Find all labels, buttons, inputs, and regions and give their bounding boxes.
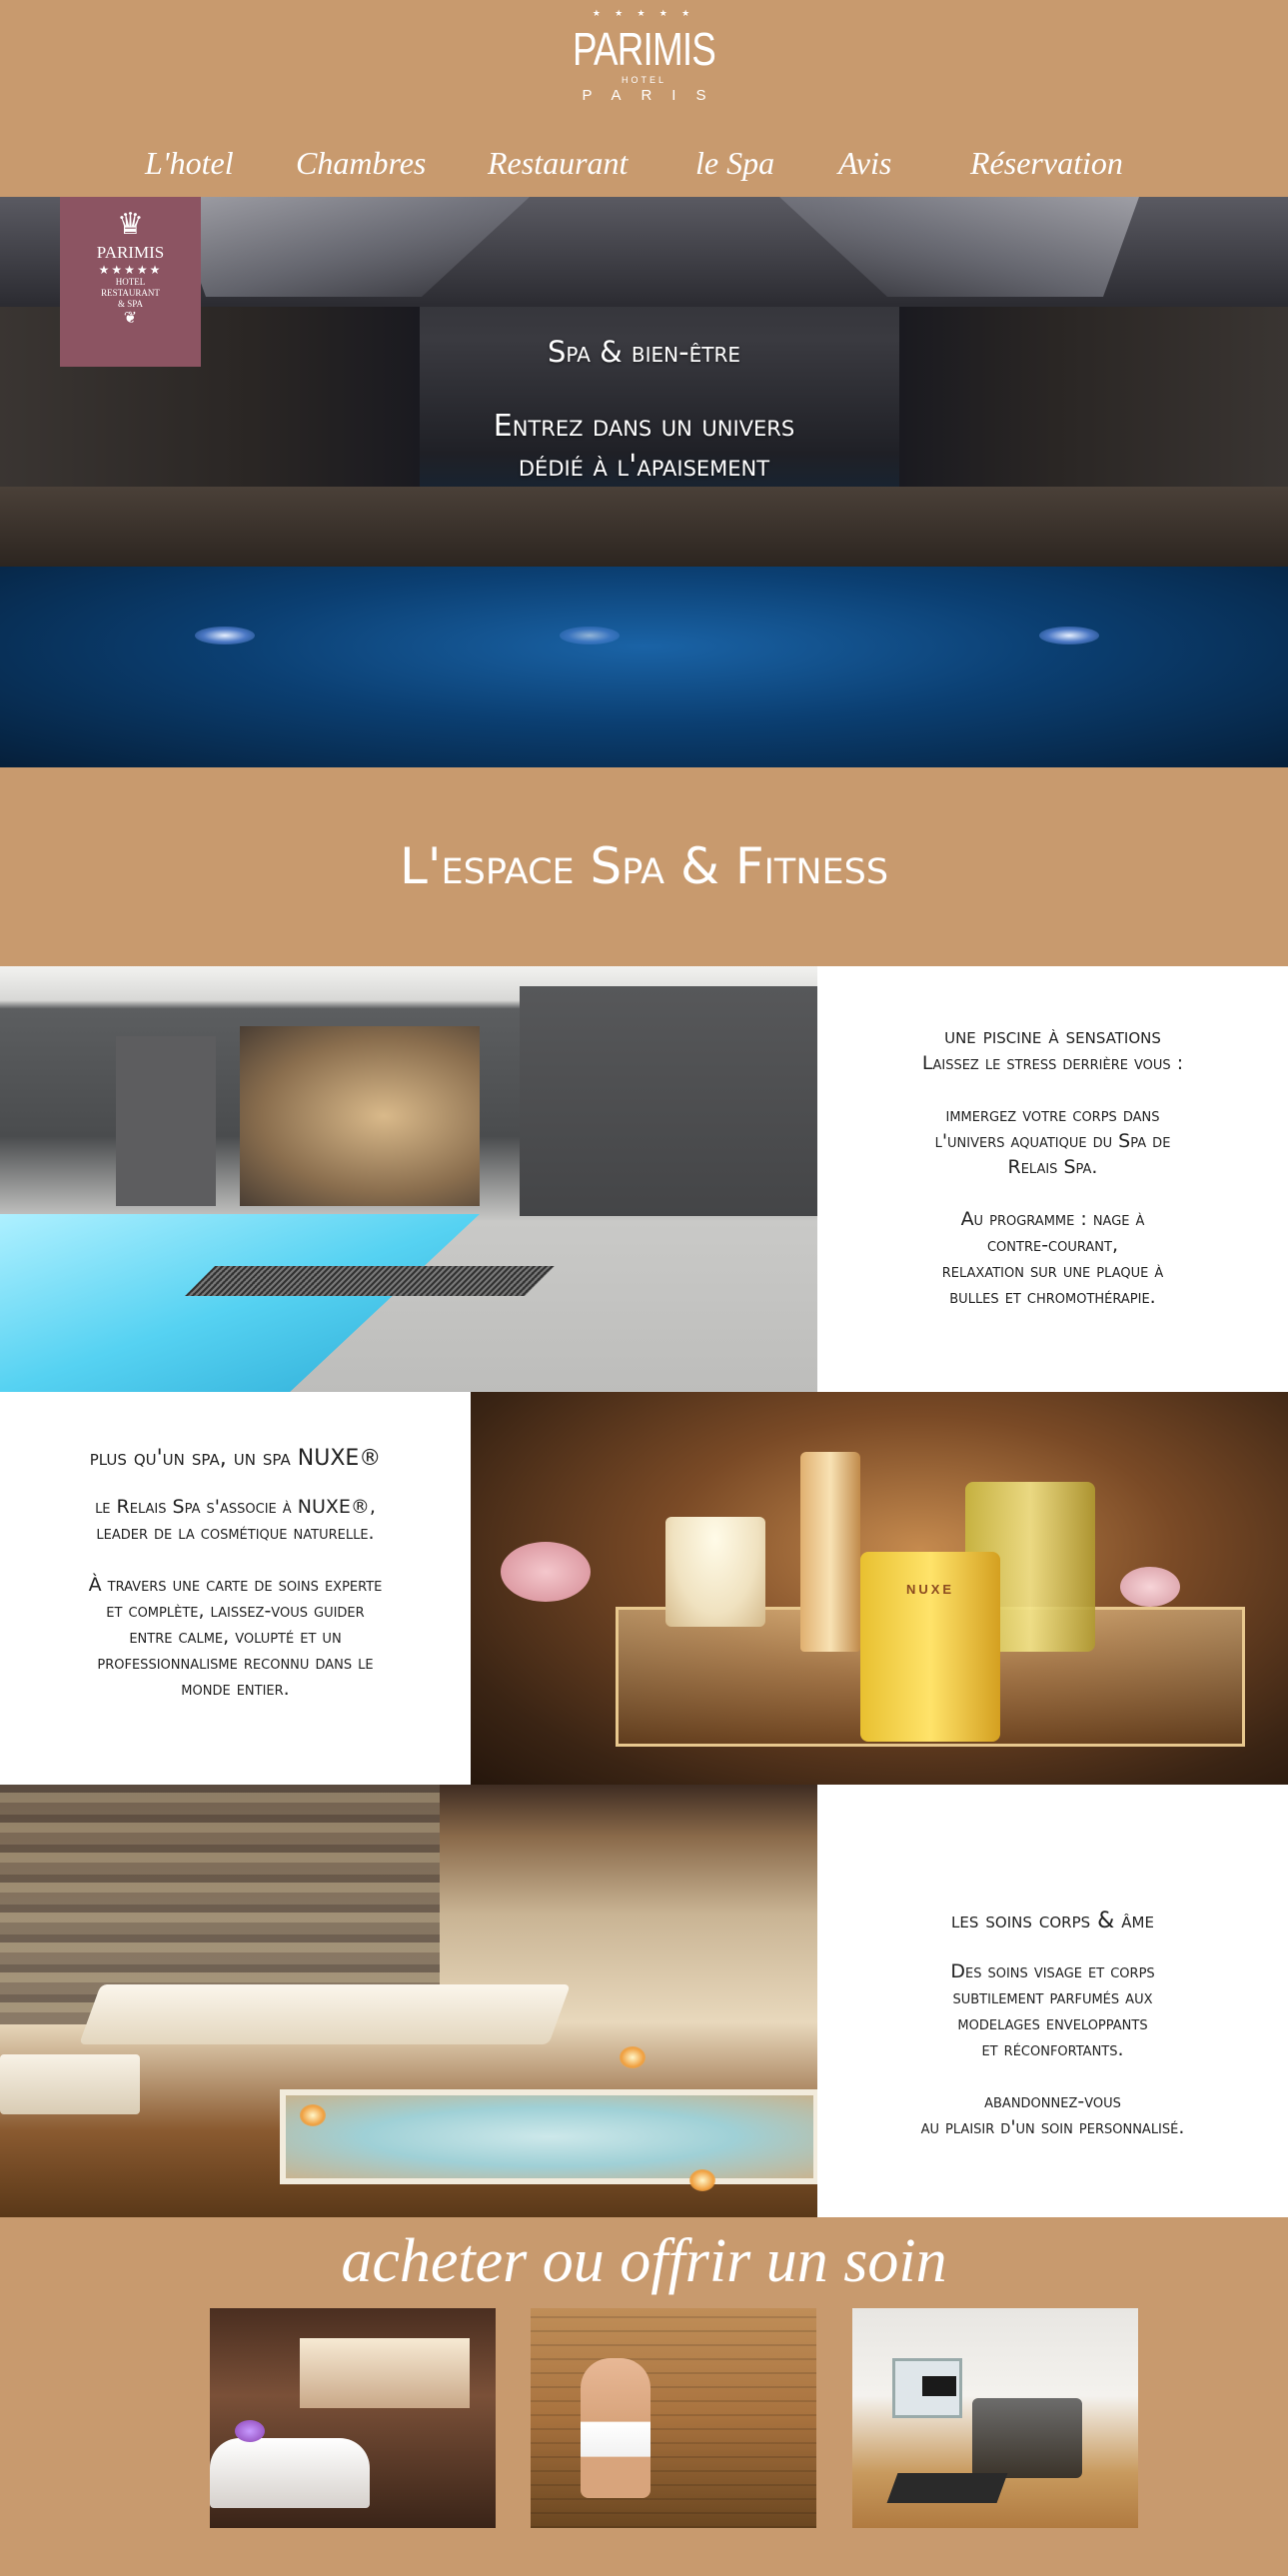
photo-shape [531, 2308, 816, 2528]
photo-shape [185, 1266, 555, 1296]
photo-shape [520, 986, 817, 1216]
nuxe-text-block: plus qu'un spa, un spa NUXE® le Relais S… [0, 1392, 471, 1785]
block-text: entre calme, volupté et un [129, 1626, 342, 1648]
candle-shape [689, 2169, 715, 2191]
block-text: Des soins visage et corps [950, 1960, 1155, 1982]
badge-line: & SPA [118, 299, 143, 309]
block-text: l'univers aquatique du Spa de [934, 1130, 1171, 1152]
pool-light [560, 627, 620, 644]
block-text: abandonnez-vous [984, 2090, 1121, 2112]
photo-shape [501, 1542, 591, 1602]
fitness-room-thumbnail[interactable] [852, 2308, 1138, 2528]
hero-image-deck [0, 487, 1288, 567]
hero-headline: Entrez dans un univers dédié à l'apaisem… [0, 407, 1288, 487]
badge-line: RESTAURANT [101, 288, 160, 298]
photo-shape [79, 1984, 571, 2044]
photo-shape [240, 1026, 480, 1206]
feature-row-pool: une piscine à sensations Laissez le stre… [0, 966, 1288, 1392]
logo-hotel-label: HOTEL [621, 75, 666, 85]
photo-shape [280, 2089, 817, 2184]
badge-stars: ★★★★★ [98, 263, 163, 277]
photo-shape [116, 1036, 216, 1206]
crown-icon: ♛ [117, 208, 144, 241]
block-text: Au programme : nage à [960, 1208, 1145, 1230]
site-header: ★ ★ ★ ★ ★ PARIMIS HOTEL PARIS L'hotel Ch… [0, 0, 1288, 197]
photo-shape [300, 2338, 470, 2408]
shop-title-link[interactable]: acheter ou offrir un soin [0, 2216, 1288, 2306]
badge-name: PARIMIS [96, 243, 165, 262]
block-subtitle: Laissez le stress derrière vous : [921, 1052, 1184, 1074]
site-logo[interactable]: ★ ★ ★ ★ ★ PARIMIS HOTEL PARIS [0, 8, 1288, 106]
photo-shape [1120, 1567, 1180, 1607]
feature-row-treatments: les soins corps & âme Des soins visage e… [0, 1785, 1288, 2217]
photo-shape [860, 1552, 1000, 1742]
logo-stars: ★ ★ ★ ★ ★ [592, 8, 696, 18]
logo-name: PARIMIS [573, 23, 716, 75]
block-text: au plaisir d'un soin personnalisé. [920, 2116, 1185, 2138]
hero-headline-line: Entrez dans un univers [493, 409, 795, 444]
nav-item-reservation[interactable]: Réservation [970, 145, 1123, 182]
photo-shape [922, 2376, 956, 2396]
hero-headline-line: dédié à l'apaisement [518, 449, 770, 484]
pool-light [1039, 627, 1099, 644]
block-title: les soins corps & âme [951, 1909, 1154, 1933]
pool-light [195, 627, 255, 644]
block-text: modelages enveloppants [957, 2012, 1148, 2034]
block-text: et réconfortants. [981, 2038, 1124, 2060]
ornament-icon: ❦ [123, 310, 138, 327]
block-text: leader de la cosmétique naturelle. [96, 1522, 375, 1544]
block-title: une piscine à sensations [944, 1024, 1161, 1049]
block-text: et complète, laissez-vous guider [106, 1600, 365, 1622]
sauna-thumbnail[interactable] [531, 2308, 816, 2528]
logo-city-label: PARIS [582, 87, 726, 104]
nav-item-restaurant[interactable]: Restaurant [488, 145, 628, 182]
photo-shape [0, 2054, 140, 2114]
block-text: subtilement parfumés aux [952, 1986, 1153, 2008]
section-title-bar: L'espace Spa & Fitness [0, 767, 1288, 966]
badge-line: HOTEL [115, 277, 146, 287]
block-text: À travers une carte de soins experte [88, 1574, 383, 1596]
nav-item-hotel[interactable]: L'hotel [145, 145, 234, 182]
main-nav: L'hotel Chambres Restaurant le Spa Avis … [0, 145, 1288, 185]
photo-shape [0, 1214, 480, 1392]
photo-shape [210, 2438, 370, 2508]
photo-shape [581, 2358, 650, 2498]
block-text: le Relais Spa s'associe à NUXE®, [95, 1496, 376, 1518]
nav-item-avis[interactable]: Avis [838, 145, 891, 182]
block-text: immergez votre corps dans [945, 1104, 1160, 1126]
section-title: L'espace Spa & Fitness [399, 837, 889, 895]
photo-shape [972, 2398, 1082, 2478]
pool-text-block: une piscine à sensations Laissez le stre… [817, 966, 1288, 1392]
block-text: professionnalisme reconnu dans le [97, 1652, 374, 1674]
feature-row-nuxe: plus qu'un spa, un spa NUXE® le Relais S… [0, 1392, 1288, 1785]
photo-shape [886, 2473, 1008, 2503]
block-text: bulles et chromothérapie. [949, 1286, 1156, 1308]
product-label: NUXE [905, 1582, 955, 1597]
treatments-text-block: les soins corps & âme Des soins visage e… [817, 1785, 1288, 2217]
candle-shape [620, 2046, 645, 2068]
photo-shape [235, 2420, 265, 2442]
block-text: monde entier. [181, 1678, 290, 1700]
nuxe-products-photo: NUXE [471, 1392, 1288, 1785]
nav-item-chambres[interactable]: Chambres [296, 145, 426, 182]
candle-shape [300, 2104, 326, 2126]
treatment-room-photo [0, 1785, 817, 2217]
block-text: contre-courant, [986, 1234, 1118, 1256]
pool-photo [0, 966, 817, 1392]
hero-subtitle: Spa & bien-être [548, 335, 740, 369]
block-text: relaxation sur une plaque à [941, 1260, 1164, 1282]
nav-item-spa[interactable]: le Spa [695, 145, 774, 182]
photo-shape [800, 1452, 860, 1652]
photo-shape [665, 1517, 765, 1627]
block-text: Relais Spa. [1007, 1156, 1098, 1178]
massage-room-thumbnail[interactable] [210, 2308, 496, 2528]
block-title: plus qu'un spa, un spa NUXE® [89, 1446, 382, 1471]
hero-banner: ♛ PARIMIS ★★★★★ HOTEL RESTAURANT & SPA ❦… [0, 197, 1288, 767]
hero-image-pool [0, 567, 1288, 767]
